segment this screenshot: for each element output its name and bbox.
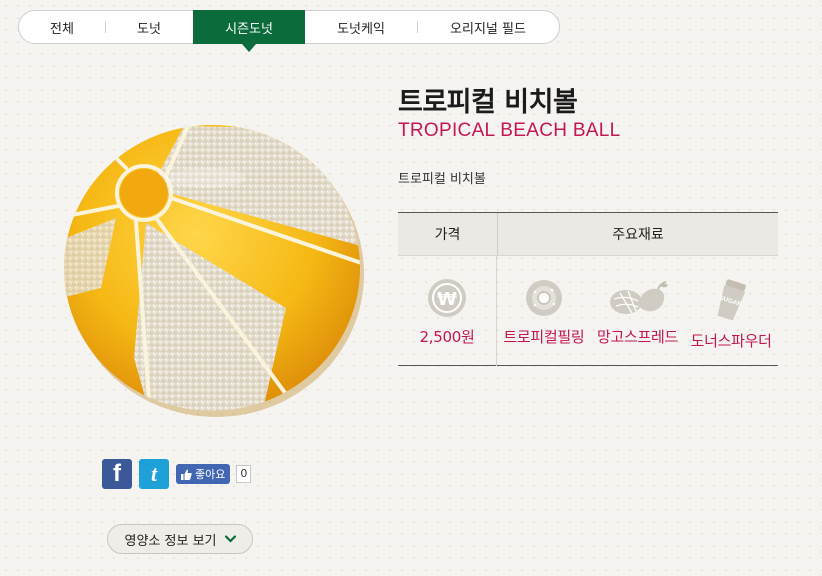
tab-season-donut[interactable]: 시즌도넛 (193, 10, 305, 52)
tab-donut[interactable]: 도넛 (105, 10, 193, 44)
tab-label: 전체 (50, 21, 74, 37)
ingredients-header: 주요재료 (612, 227, 664, 243)
won-symbol: ₩ (437, 289, 457, 310)
product-image (64, 125, 364, 417)
donut-icon (525, 280, 562, 316)
tab-all[interactable]: 전체 (19, 10, 105, 44)
ingredient-item: 트로피컬필링 (497, 256, 591, 366)
ingredient-label: 도너스파우더 (690, 332, 772, 350)
info-table-header: 가격 주요재료 (398, 213, 778, 256)
twitter-icon: t (150, 461, 158, 486)
twitter-share-button[interactable]: t (139, 459, 169, 489)
info-table-body: ₩ 2,500원 트로피컬필링 망고스프레드 SUGAR 도너스파우더 (398, 256, 778, 366)
tab-label: 도넛케익 (337, 21, 385, 37)
nutrition-info-button[interactable]: 영양소 정보 보기 (107, 524, 253, 554)
ingredient-label: 트로피컬필링 (503, 328, 585, 346)
tab-donut-cake[interactable]: 도넛케익 (305, 10, 417, 44)
price-cell: ₩ 2,500원 (398, 256, 497, 366)
won-coin-icon: ₩ (428, 279, 466, 317)
product-description: 트로피컬 비치볼 (398, 172, 486, 187)
product-title: 트로피컬 비치볼 (398, 87, 578, 118)
tab-label: 시즌도넛 (225, 21, 273, 37)
social-share-bar: f t 좋아요 0 (102, 459, 252, 489)
chevron-down-icon (224, 535, 236, 543)
category-tabs: 전체 도넛 시즌도넛 도넛케익 오리지널 필드 (18, 10, 560, 52)
tab-label: 오리지널 필드 (450, 21, 526, 37)
price-value: 2,500원 (419, 328, 475, 346)
ingredient-item: SUGAR 도너스파우더 (684, 256, 778, 366)
tab-label: 도넛 (137, 21, 161, 37)
product-info-table: 가격 주요재료 ₩ 2,500원 트로피컬필링 망고스프레드 SUGAR 도너스… (398, 212, 778, 366)
nutrition-button-label: 영양소 정보 보기 (124, 533, 217, 549)
product-title-english: TROPICAL BEACH BALL (398, 120, 621, 141)
facebook-icon: f (113, 460, 121, 487)
facebook-like-button[interactable]: 좋아요 (176, 464, 231, 484)
facebook-share-button[interactable]: f (102, 459, 132, 489)
like-label: 좋아요 (195, 468, 226, 481)
tab-original-filled[interactable]: 오리지널 필드 (417, 10, 559, 44)
price-header: 가격 (398, 213, 498, 255)
sugar-icon: SUGAR (717, 279, 747, 321)
like-count: 0 (236, 465, 252, 483)
thumbs-up-icon (181, 469, 192, 480)
ingredient-item: 망고스프레드 (591, 256, 685, 366)
mango-icon (609, 281, 668, 314)
ingredients-list: 트로피컬필링 망고스프레드 SUGAR 도너스파우더 (497, 256, 778, 366)
ingredient-label: 망고스프레드 (597, 328, 679, 346)
